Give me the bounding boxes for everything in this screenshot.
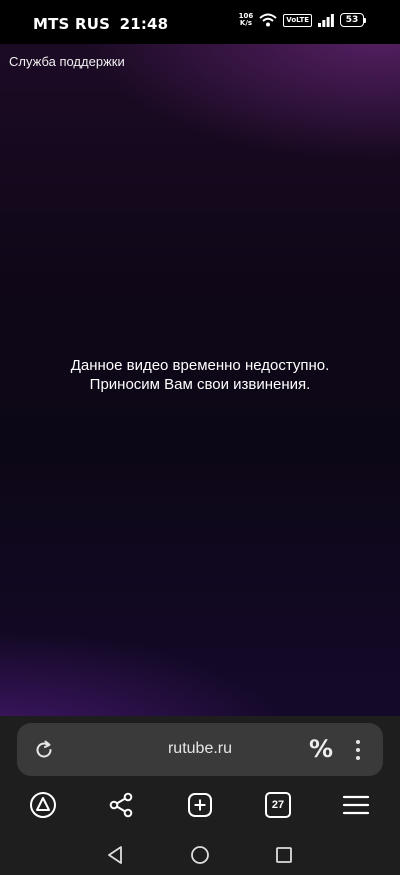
volte-badge: VoLTE (283, 13, 312, 27)
menu-icon (342, 795, 370, 815)
new-tab-button[interactable] (185, 790, 215, 820)
clock: 21:48 (119, 15, 169, 33)
unavailable-message-line1: Данное видео временно недоступно. (70, 357, 330, 374)
share-button[interactable] (106, 790, 136, 820)
browser-panel: rutube.ru % 27 (0, 716, 400, 875)
battery-level: 53 (340, 13, 364, 27)
alice-icon (30, 792, 56, 818)
net-speed: 106 K/s (239, 13, 254, 27)
battery-icon: 53 (340, 13, 366, 27)
recents-icon[interactable] (273, 844, 295, 866)
tabs-button[interactable]: 27 (263, 790, 293, 820)
battery-tip (364, 17, 366, 23)
home-icon[interactable] (189, 844, 211, 866)
menu-dots-icon[interactable] (351, 738, 365, 762)
system-nav-bar (0, 840, 400, 875)
share-icon (109, 792, 133, 818)
status-icons: 106 K/s VoLTE 53 (239, 13, 366, 27)
menu-button[interactable] (341, 790, 371, 820)
status-bar: MTS RUS 21:48 106 K/s VoLTE 53 (0, 0, 400, 44)
support-link[interactable]: Служба поддержки (9, 54, 125, 69)
wifi-icon (259, 13, 277, 27)
carrier-label: MTS RUS (33, 15, 111, 33)
percent-icon[interactable]: % (309, 737, 333, 761)
unavailable-message-line2: Приносим Вам свои извинения. (89, 376, 311, 393)
alice-button[interactable] (28, 790, 58, 820)
video-player[interactable]: Служба поддержки Данное видео временно н… (0, 44, 400, 716)
url-bar[interactable]: rutube.ru % (17, 723, 383, 776)
bottom-toolbar: 27 (0, 790, 400, 830)
unavailable-message: Данное видео временно недоступно. Принос… (0, 356, 400, 394)
tabs-icon: 27 (265, 792, 291, 818)
new-tab-icon (188, 793, 212, 817)
back-icon[interactable] (104, 844, 126, 866)
net-speed-unit: K/s (239, 19, 253, 27)
signal-icon (318, 13, 334, 27)
status-left: MTS RUS 21:48 (33, 15, 172, 33)
